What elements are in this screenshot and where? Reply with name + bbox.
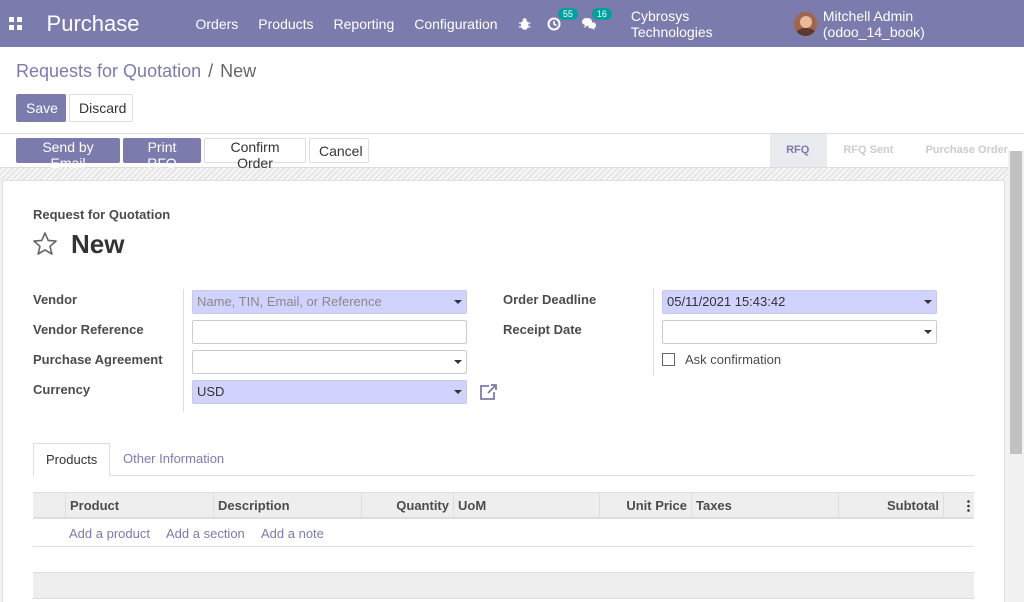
ask-confirmation-checkbox[interactable] (662, 353, 675, 366)
menu-configuration[interactable]: Configuration (414, 16, 497, 32)
stage-rfq-sent[interactable]: RFQ Sent (827, 134, 909, 167)
messages-button[interactable]: 16 (581, 7, 612, 31)
add-note-link[interactable]: Add a note (261, 526, 324, 541)
receipt-date-label: Receipt Date (503, 322, 582, 337)
column-product[interactable]: Product (65, 493, 213, 518)
column-subtotal[interactable]: Subtotal (838, 493, 943, 518)
print-rfq-button[interactable]: Print RFQ (123, 138, 201, 171)
scrollbar-thumb[interactable] (1010, 151, 1022, 454)
receipt-date-input[interactable] (662, 320, 937, 344)
vendor-input[interactable]: Name, TIN, Email, or Reference (192, 290, 467, 314)
navbar-systray: 55 16 Cybrosys Technologies Mitchell Adm… (518, 7, 1010, 40)
menu-products[interactable]: Products (258, 16, 313, 32)
purchase-agreement-label: Purchase Agreement (33, 352, 163, 367)
menu-reporting[interactable]: Reporting (334, 16, 395, 32)
breadcrumb-parent[interactable]: Requests for Quotation (16, 61, 201, 82)
optional-columns-icon[interactable] (967, 500, 970, 512)
activities-badge: 55 (557, 7, 578, 20)
breadcrumb: Requests for Quotation / New (16, 61, 256, 82)
vendor-dropdown-caret-icon[interactable] (454, 300, 462, 304)
main-menu: Orders Products Reporting Configuration (195, 16, 517, 32)
app-brand[interactable]: Purchase (47, 11, 140, 37)
activities-button[interactable]: 55 (547, 7, 578, 31)
form-background-stripes (0, 168, 1008, 180)
currency-label: Currency (33, 382, 91, 397)
breadcrumb-current: New (220, 61, 257, 81)
external-link-icon[interactable] (478, 383, 498, 401)
tab-other-information[interactable]: Other Information (111, 443, 236, 476)
ask-confirmation-label: Ask confirmation (685, 352, 782, 367)
vendor-placeholder: Name, TIN, Email, or Reference (197, 294, 382, 309)
right-group-divider (653, 289, 654, 375)
column-description[interactable]: Description (213, 493, 361, 518)
vendor-reference-label: Vendor Reference (33, 322, 144, 337)
apps-menu-icon[interactable] (9, 16, 23, 31)
column-uom[interactable]: UoM (453, 493, 599, 518)
company-switcher[interactable]: Cybrosys Technologies (631, 8, 768, 40)
stage-rfq[interactable]: RFQ (770, 134, 828, 167)
discard-button[interactable]: Discard (69, 94, 133, 122)
currency-value: USD (197, 384, 225, 399)
bug-icon[interactable] (518, 17, 531, 31)
order-deadline-value: 05/11/2021 15:43:42 (667, 294, 786, 309)
add-product-link[interactable]: Add a product (69, 526, 150, 541)
cancel-button[interactable]: Cancel (309, 138, 369, 163)
vendor-label: Vendor (33, 292, 78, 307)
order-deadline-input[interactable]: 05/11/2021 15:43:42 (662, 290, 937, 314)
currency-input[interactable]: USD (192, 380, 467, 404)
star-icon[interactable] (32, 231, 58, 257)
user-menu[interactable]: Mitchell Admin (odoo_14_book) (823, 8, 1010, 40)
vendor-reference-input[interactable] (192, 320, 467, 344)
stage-purchase-order[interactable]: Purchase Order (909, 134, 1024, 167)
form-subtitle: Request for Quotation (33, 207, 171, 222)
menu-orders[interactable]: Orders (195, 16, 238, 32)
confirm-order-button[interactable]: Confirm Order (204, 138, 306, 171)
add-section-link[interactable]: Add a section (166, 526, 245, 541)
clock-icon (547, 17, 561, 30)
column-taxes[interactable]: Taxes (691, 493, 838, 518)
stage-pipeline: RFQ RFQ Sent Purchase Order (770, 134, 1024, 167)
form-title: New (71, 229, 125, 259)
left-group-divider (183, 289, 184, 412)
deadline-dropdown-caret-icon[interactable] (924, 300, 932, 304)
agreement-dropdown-caret-icon[interactable] (454, 360, 462, 364)
column-quantity[interactable]: Quantity (361, 493, 453, 518)
add-line-row: Add a product Add a section Add a note (33, 520, 974, 547)
save-button[interactable]: Save (16, 94, 66, 122)
send-by-email-button[interactable]: Send by Email (16, 138, 120, 171)
tab-products[interactable]: Products (33, 443, 111, 476)
purchase-agreement-input[interactable] (192, 350, 467, 374)
breadcrumb-separator: / (208, 61, 214, 81)
user-avatar[interactable] (793, 11, 817, 36)
receipt-dropdown-caret-icon[interactable] (924, 330, 932, 334)
messages-badge: 16 (591, 7, 612, 20)
order-lines-footer (33, 572, 974, 599)
order-deadline-label: Order Deadline (503, 292, 597, 307)
column-unit-price[interactable]: Unit Price (599, 493, 691, 518)
currency-dropdown-caret-icon[interactable] (454, 390, 462, 394)
top-navbar: Purchase Orders Products Reporting Confi… (0, 0, 1024, 47)
order-lines-header: Product Description Quantity UoM Unit Pr… (33, 492, 974, 519)
